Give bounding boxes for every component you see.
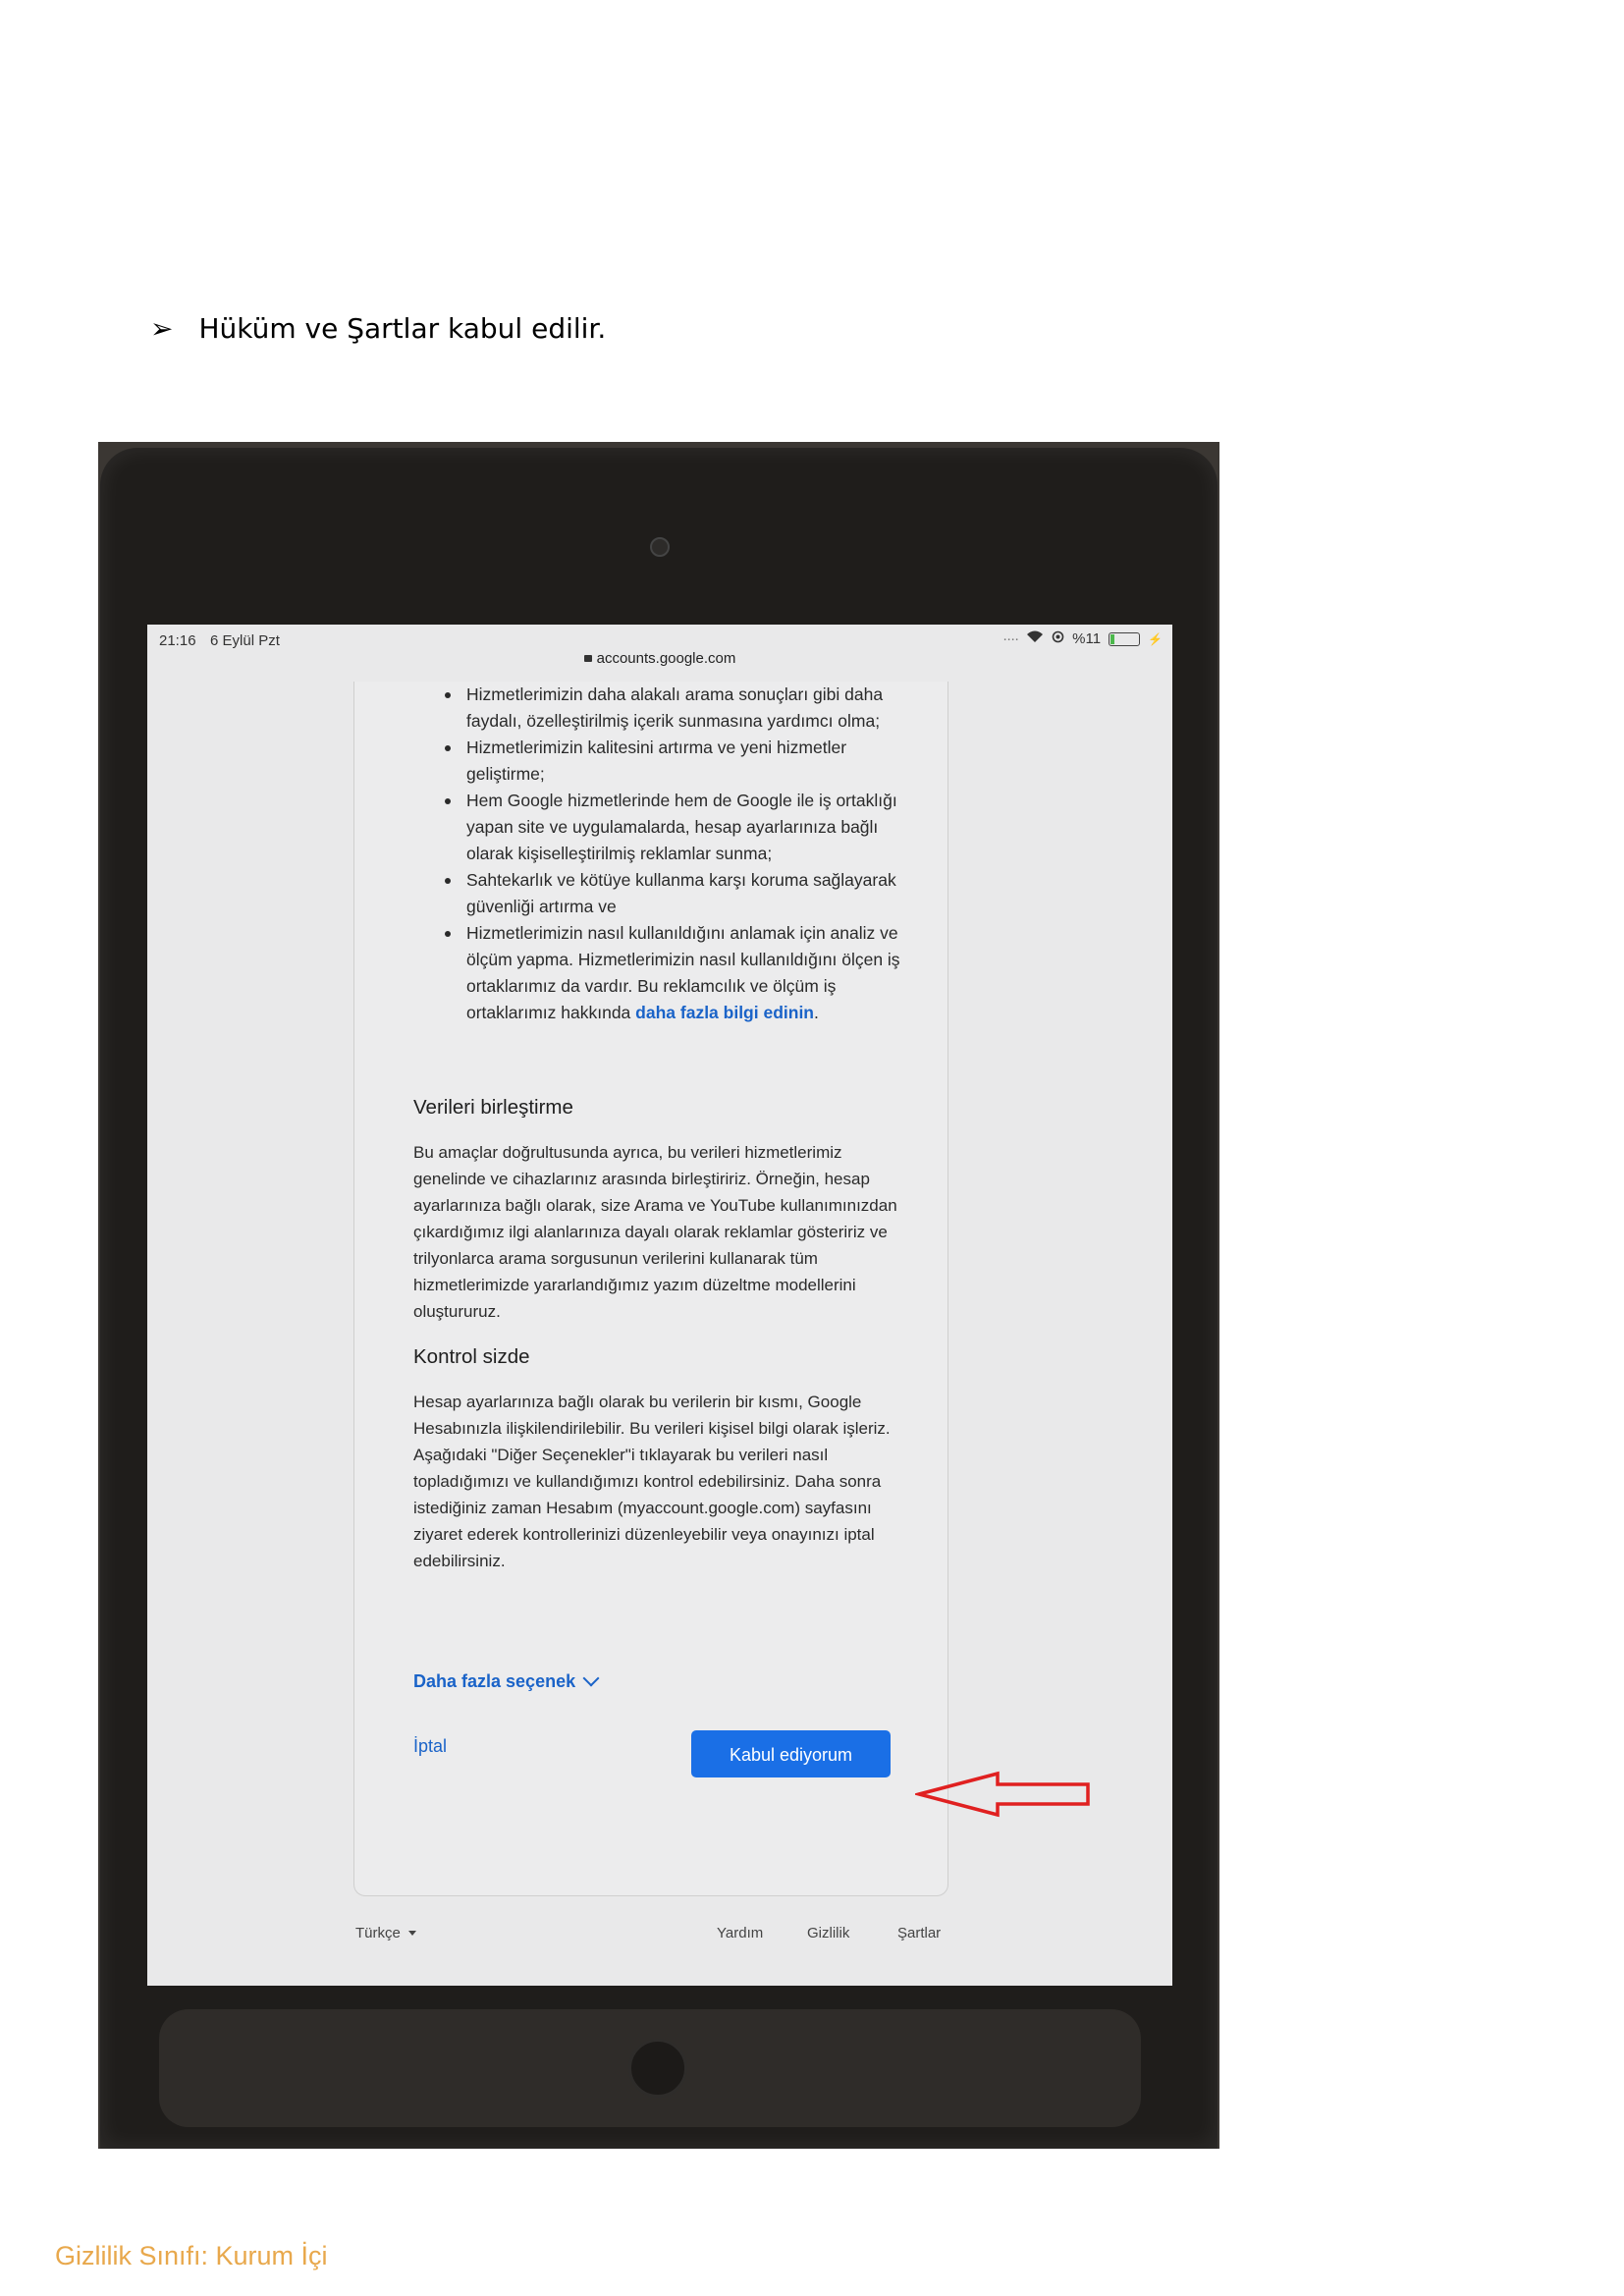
caret-down-icon — [407, 1931, 416, 1936]
lock-icon — [583, 655, 592, 662]
accept-button[interactable]: Kabul ediyorum — [691, 1730, 891, 1777]
status-indicators: ···· %11 ⚡ — [1002, 630, 1163, 647]
signal-icon: ···· — [1002, 630, 1019, 647]
footer-privacy-link[interactable]: Gizlilik — [807, 1925, 849, 1941]
list-item: Hizmetlerimizin daha alakalı arama sonuç… — [413, 682, 904, 735]
list-item: Hizmetlerimizin kalitesini artırma ve ye… — [413, 735, 904, 788]
section-body-control: Hesap ayarlarınıza bağlı olarak bu veril… — [413, 1393, 891, 1570]
orientation-lock-icon — [1052, 630, 1064, 647]
more-options-label: Daha fazla seçenek — [413, 1671, 576, 1691]
charging-icon: ⚡ — [1148, 631, 1163, 646]
more-options-button[interactable]: Daha fazla seçenek — [413, 1669, 600, 1692]
list-item: Hizmetlerimizin nasıl kullanıldığını anl… — [413, 920, 904, 1026]
footer-help-link[interactable]: Yardım — [717, 1925, 763, 1941]
learn-more-link[interactable]: daha fazla bilgi edinin — [635, 1003, 814, 1022]
battery-icon — [1109, 631, 1141, 646]
arrow-bullet-icon: ➢ — [150, 312, 174, 345]
section-title-combining-data: Verileri birleştirme — [413, 1096, 573, 1119]
list-item: Hem Google hizmetlerinde hem de Google i… — [413, 788, 904, 867]
language-selector[interactable]: Türkçe — [355, 1925, 416, 1941]
chevron-down-icon — [582, 1669, 600, 1686]
status-bar: 21:16 6 Eylül Pzt ···· %11 ⚡ accounts.go… — [147, 625, 1172, 667]
list-item: Sahtekarlık ve kötüye kullanma karşı kor… — [413, 867, 904, 920]
red-arrow-annotation-icon — [915, 1771, 1090, 1818]
language-label: Türkçe — [355, 1925, 401, 1941]
url-text: accounts.google.com — [596, 650, 736, 667]
status-date: 6 Eylül Pzt — [210, 632, 280, 649]
step-instruction: ➢ Hüküm ve Şartlar kabul edilir. — [150, 312, 606, 345]
camera-icon — [650, 537, 670, 557]
address-bar[interactable]: accounts.google.com — [147, 650, 1172, 667]
footer-terms-link[interactable]: Şartlar — [897, 1925, 941, 1941]
classification-label: Gizlilik Sınıfı: Kurum İçi — [55, 2241, 328, 2270]
battery-percent: %11 — [1072, 630, 1102, 647]
cancel-button[interactable]: İptal — [413, 1736, 447, 1757]
status-time: 21:16 — [159, 632, 196, 649]
learn-more-period: . — [814, 1003, 819, 1022]
section-body-combining-data: Bu amaçlar doğrultusunda ayrıca, bu veri… — [413, 1143, 897, 1321]
consent-card: Hizmetlerimizin daha alakalı arama sonuç… — [353, 682, 948, 1896]
section-title-control: Kontrol sizde — [413, 1345, 530, 1368]
wifi-icon — [1026, 630, 1044, 647]
tablet-photo: 21:16 6 Eylül Pzt ···· %11 ⚡ accounts.go… — [98, 442, 1219, 2149]
purpose-list: Hizmetlerimizin daha alakalı arama sonuç… — [413, 682, 904, 1026]
home-button[interactable] — [628, 2039, 687, 2098]
tablet-frame: 21:16 6 Eylül Pzt ···· %11 ⚡ accounts.go… — [100, 448, 1218, 2149]
step-text: Hüküm ve Şartlar kabul edilir. — [198, 312, 607, 345]
